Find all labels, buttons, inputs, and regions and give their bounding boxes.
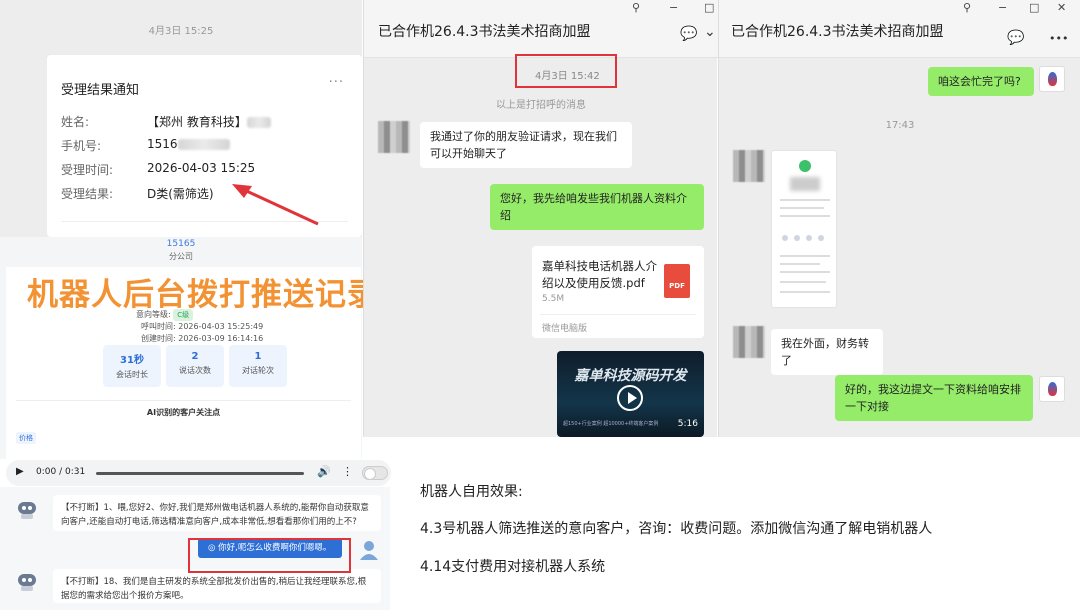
close-icon[interactable]: ✕ xyxy=(1057,1,1066,14)
audio-player: ▶ 0:00 / 0:31 🔊 ⋮ xyxy=(6,460,391,486)
accept-result-label: 受理结果: xyxy=(61,187,114,201)
contact-avatar[interactable] xyxy=(733,150,765,182)
pin-icon[interactable]: ⚲ xyxy=(963,1,971,14)
accept-result-value: D类(需筛选) xyxy=(147,187,214,201)
chat-title: 已合作机26.4.3书法美术招商加盟 xyxy=(378,24,591,40)
chat-bubble-icon[interactable]: 💬 xyxy=(1007,30,1024,46)
redacted-strip xyxy=(177,139,230,150)
record-divider xyxy=(16,400,351,401)
chevron-down-icon[interactable]: ⌄ xyxy=(704,24,716,40)
record-phone: 15165 xyxy=(166,239,196,249)
screenshot-collage: 4月3日 15:25 受理结果通知 ··· 姓名: 【郑州 教育科技】 手机号:… xyxy=(0,0,1080,610)
screenshot-image-message[interactable] xyxy=(771,150,837,308)
incoming-message: 我在外面，财务转了 xyxy=(771,329,883,375)
effect-line-2: 4.14支付费用对接机器人系统 xyxy=(420,559,606,575)
video-duration: 5:16 xyxy=(677,419,698,429)
minimize-icon[interactable]: − xyxy=(669,1,678,14)
maximize-icon[interactable]: □ xyxy=(1029,1,1039,14)
minimize-icon[interactable]: − xyxy=(998,1,1007,14)
outgoing-message: 好的，我这边提文一下资料给咱安排一下对接 xyxy=(835,375,1033,421)
play-icon[interactable]: ▶ xyxy=(16,466,24,477)
stat-rounds: 1 对话轮次 xyxy=(229,345,287,387)
video-message[interactable]: 嘉单科技源码开发 超150+行业案例 超10000+终端客户案例 5:16 xyxy=(557,351,704,437)
pdf-file-icon: PDF xyxy=(664,264,690,298)
red-arrow-annotation xyxy=(232,184,319,226)
name-label: 姓名: xyxy=(61,115,90,129)
bot-message: 【不打断】18、我们是自主研发的系统全部批发价出售的,稍后让我经理联系您,根据您… xyxy=(53,569,381,603)
create-time: 创建时间: 2026-03-09 16:14:16 xyxy=(141,334,264,343)
maximize-icon[interactable]: □ xyxy=(704,1,714,14)
play-icon[interactable] xyxy=(617,385,643,411)
call-time: 呼叫时间: 2026-04-03 15:25:49 xyxy=(141,322,264,331)
phone-value: 1516 xyxy=(147,137,230,151)
chat-timestamp: 17:43 xyxy=(885,120,915,131)
phone-label: 手机号: xyxy=(61,139,102,153)
redacted-strip xyxy=(790,177,820,191)
toggle-switch[interactable] xyxy=(362,466,388,480)
card-title: 受理结果通知 xyxy=(61,83,140,98)
robot-avatar-icon xyxy=(16,499,38,519)
self-avatar[interactable] xyxy=(1039,376,1065,402)
more-icon[interactable]: ••• xyxy=(1049,32,1068,45)
incoming-message: 我通过了你的朋友验证请求，现在我们可以开始聊天了 xyxy=(420,122,632,168)
notification-panel: 4月3日 15:25 受理结果通知 ··· 姓名: 【郑州 教育科技】 手机号:… xyxy=(0,0,362,237)
user-avatar-icon xyxy=(360,541,378,560)
accept-time-label: 受理时间: xyxy=(61,163,114,177)
accept-time-value: 2026-04-03 15:25 xyxy=(147,161,256,175)
self-avatar[interactable] xyxy=(1039,66,1065,92)
red-highlight-box xyxy=(515,54,617,88)
red-highlight-box xyxy=(188,538,351,573)
more-options-icon[interactable]: ⋮ xyxy=(342,465,353,478)
effect-heading: 机器人自用效果: xyxy=(420,484,523,500)
effect-line-1: 4.3号机器人筛选推送的意向客户，咨询：收费问题。添加微信沟通了解电销机器人 xyxy=(420,521,933,537)
more-icon[interactable]: ··· xyxy=(329,75,344,90)
stat-speak-count: 2 说话次数 xyxy=(166,345,224,387)
stat-duration: 31秒 会话时长 xyxy=(103,345,161,387)
robot-avatar-icon xyxy=(16,571,38,591)
focus-tag-price: 价格 xyxy=(16,432,36,444)
ai-focus-title: AI识别的客户关注点 xyxy=(146,408,221,417)
file-source: 微信电脑版 xyxy=(542,324,588,334)
wechat-chat-window-2: 已合作机26.4.3书法美术招商加盟 ⚲ − □ ✕ 💬 ••• 咱这会忙完了吗… xyxy=(718,0,1080,437)
file-divider xyxy=(540,314,696,315)
bot-message: 【不打断】1、喂,您好2、你好,我们是郑州做电话机器人系统的,能帮你自动获取意向… xyxy=(53,495,381,531)
name-value: 【郑州 教育科技】 xyxy=(147,113,271,130)
volume-icon[interactable]: 🔊 xyxy=(317,465,331,478)
redacted-strip xyxy=(246,117,271,128)
chat-title: 已合作机26.4.3书法美术招商加盟 xyxy=(731,24,944,40)
chat-header: 已合作机26.4.3书法美术招商加盟 ⚲ − □ ✕ 💬 ••• xyxy=(719,0,1080,58)
video-subtitle: 超150+行业案例 超10000+终端客户案例 xyxy=(563,421,659,427)
contact-avatar[interactable] xyxy=(378,121,410,153)
file-size: 5.5M xyxy=(542,294,565,304)
outgoing-message: 咱这会忙完了吗? xyxy=(928,67,1034,96)
record-company: 分公司 xyxy=(169,252,193,261)
overlay-caption: 机器人后台拨打推送记录 xyxy=(27,277,379,313)
video-title: 嘉单科技源码开发 xyxy=(574,368,687,384)
chat-bubble-icon[interactable]: 💬 xyxy=(680,26,697,42)
system-message: 以上是打招呼的消息 xyxy=(496,100,586,111)
file-name: 嘉单科技电话机器人介绍以及使用反馈.pdf xyxy=(542,259,657,290)
check-icon xyxy=(799,160,811,172)
chat-header: 已合作机26.4.3书法美术招商加盟 ⚲ − □ 💬 ⌄ xyxy=(364,0,718,58)
audio-progress-track[interactable] xyxy=(96,472,304,475)
contact-avatar[interactable] xyxy=(733,326,765,358)
pin-icon[interactable]: ⚲ xyxy=(632,1,640,14)
audio-time: 0:00 / 0:31 xyxy=(36,467,86,477)
outgoing-message: 您好，我先给咱发些我们机器人资料介绍 xyxy=(490,184,704,230)
file-message[interactable]: 嘉单科技电话机器人介绍以及使用反馈.pdf PDF 5.5M 微信电脑版 xyxy=(532,246,704,338)
chat-timestamp: 4月3日 15:25 xyxy=(148,26,214,37)
